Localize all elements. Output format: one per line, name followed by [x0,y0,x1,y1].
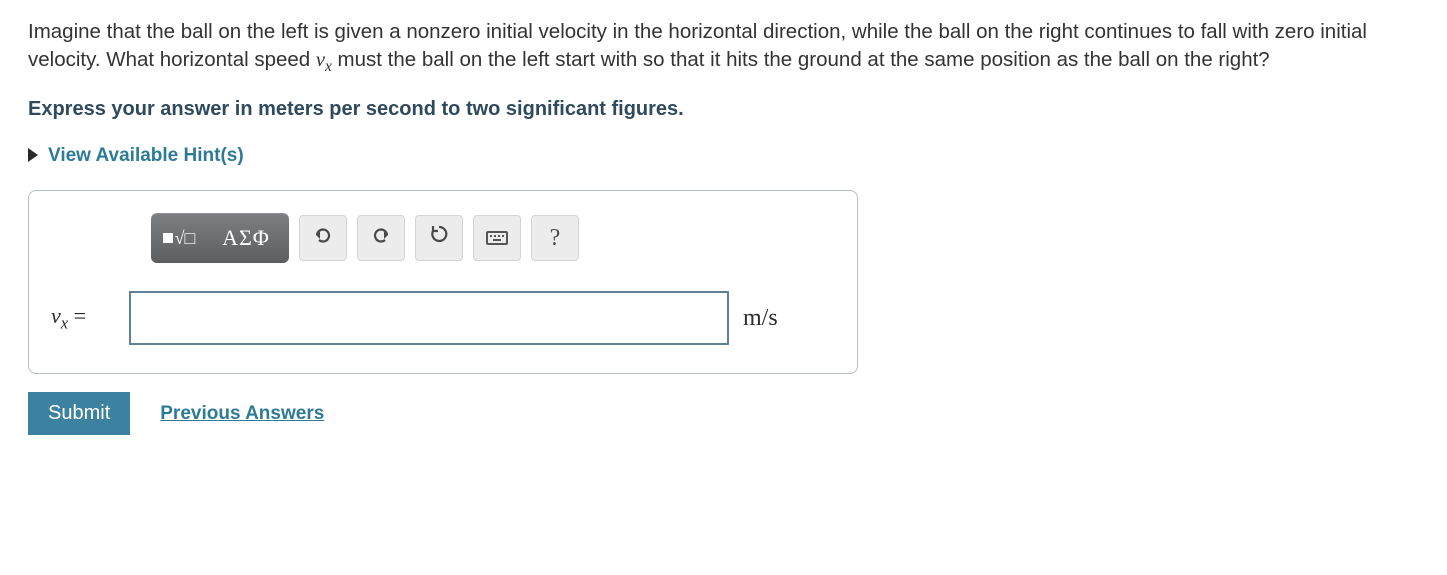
keyboard-button[interactable] [473,215,521,261]
hints-label: View Available Hint(s) [48,143,244,169]
undo-icon [312,222,334,254]
variable-sub: x [325,58,332,75]
question-text: Imagine that the ball on the left is giv… [28,18,1419,78]
redo-icon [370,222,392,254]
lhs-eq: = [68,303,86,328]
lhs-v: v [51,303,61,328]
undo-button[interactable] [299,215,347,261]
reset-icon [428,222,450,254]
answer-input-row: vx = m/s [51,291,835,345]
answer-lhs: vx = [51,301,115,335]
answer-input[interactable] [129,291,729,345]
toolbar-group-symbols: √□ ΑΣΦ [151,213,289,263]
previous-answers-link[interactable]: Previous Answers [160,401,324,427]
answer-instruction: Express your answer in meters per second… [28,96,1419,123]
redo-button[interactable] [357,215,405,261]
variable-v: v [316,49,325,71]
format-icon: √□ [163,226,196,250]
reset-button[interactable] [415,215,463,261]
action-row: Submit Previous Answers [28,392,1419,435]
submit-button[interactable]: Submit [28,392,130,435]
help-button[interactable]: ? [531,215,579,261]
greek-letters-button[interactable]: ΑΣΦ [206,216,286,260]
lhs-sub: x [61,314,68,333]
variable-vx: vx [316,49,332,71]
view-hints-button[interactable]: View Available Hint(s) [28,143,244,169]
triangle-right-icon [28,148,38,162]
equation-toolbar: √□ ΑΣΦ ? [151,213,835,263]
answer-unit: m/s [743,302,778,334]
answer-panel: √□ ΑΣΦ ? vx = m/s [28,190,858,374]
question-suffix: must the ball on the left start with so … [338,48,1270,71]
keyboard-icon [486,231,508,245]
format-templates-button[interactable]: √□ [154,216,204,260]
